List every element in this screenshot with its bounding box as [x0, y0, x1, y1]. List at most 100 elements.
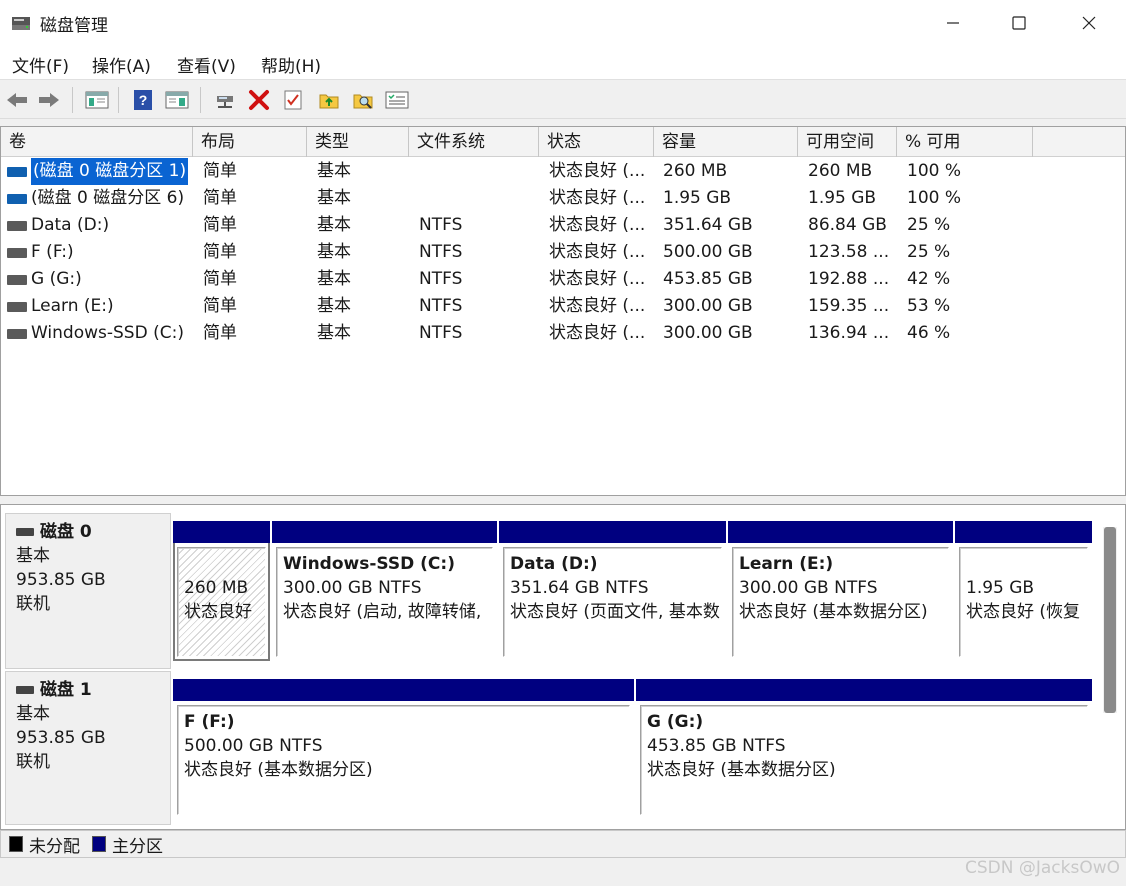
volume-icon	[7, 275, 27, 285]
column-header-volume[interactable]: 卷	[1, 127, 193, 157]
volume-cell-name: (磁盘 0 磁盘分区 1)	[31, 158, 189, 185]
show-hide-console-tree-button[interactable]	[84, 88, 110, 112]
partition-disk0-1[interactable]: 260 MB 状态良好	[173, 521, 270, 661]
check-button[interactable]	[280, 88, 306, 112]
volume-cell-free: 123.58 ...	[808, 242, 890, 262]
properties-pane-button[interactable]	[164, 88, 190, 112]
volume-cell-type: 基本	[317, 161, 351, 181]
menu-bar: 文件(F) 操作(A) 查看(V) 帮助(H)	[0, 46, 1126, 80]
volume-row[interactable]: F (F:) 简单 基本 NTFS 状态良好 (... 500.00 GB 123.58 .…	[1, 239, 1125, 266]
partition-color-bar	[499, 521, 726, 543]
delete-button[interactable]	[246, 88, 272, 112]
volume-list: 卷 布局 类型 文件系统 状态 容量 可用空间 % 可用 (磁盘 0 磁盘分区 …	[0, 126, 1126, 496]
column-header-capacity[interactable]: 容量	[654, 127, 798, 157]
maximize-button[interactable]	[996, 0, 1042, 46]
volume-cell-capacity: 1.95 GB	[663, 188, 732, 208]
partition-name: Windows-SSD (C:)	[283, 554, 455, 574]
list-view-icon	[385, 91, 409, 109]
column-header-filesystem[interactable]: 文件系统	[409, 127, 539, 157]
volume-cell-type: 基本	[317, 215, 351, 235]
volume-row[interactable]: Data (D:) 简单 基本 NTFS 状态良好 (... 351.64 GB 86.84…	[1, 212, 1125, 239]
volume-cell-free: 1.95 GB	[808, 188, 877, 208]
volume-cell-type: 基本	[317, 323, 351, 343]
disk-icon	[16, 686, 34, 694]
scrollbar-thumb[interactable]	[1104, 527, 1116, 713]
minimize-icon	[947, 22, 959, 24]
partition-body: Windows-SSD (C:) 300.00 GB NTFS 状态良好 (启动…	[276, 547, 493, 657]
partition-data[interactable]: Data (D:) 351.64 GB NTFS 状态良好 (页面文件, 基本数	[499, 521, 726, 661]
column-header-percent-free[interactable]: % 可用	[897, 127, 1033, 157]
status-bar	[0, 858, 1126, 886]
settings-list-button[interactable]	[384, 88, 410, 112]
volume-cell-fs: NTFS	[419, 215, 463, 235]
column-header-free-space[interactable]: 可用空间	[798, 127, 897, 157]
close-button[interactable]	[1066, 0, 1112, 46]
volume-cell-pct: 100 %	[907, 161, 962, 181]
partition-windows-ssd[interactable]: Windows-SSD (C:) 300.00 GB NTFS 状态良好 (启动…	[272, 521, 497, 661]
volume-icon	[7, 302, 27, 312]
toolbar-separator	[72, 87, 73, 113]
volume-cell-name: G (G:)	[31, 269, 82, 289]
menu-view[interactable]: 查看(V)	[177, 52, 236, 77]
menu-action[interactable]: 操作(A)	[92, 52, 151, 77]
open-folder-button[interactable]	[316, 88, 342, 112]
delete-x-icon	[249, 90, 269, 110]
connect-disk-button[interactable]	[212, 88, 238, 112]
window-title: 磁盘管理	[40, 16, 108, 36]
volume-cell-layout: 简单	[203, 296, 237, 316]
column-header-type[interactable]: 类型	[307, 127, 409, 157]
disk-0-state: 联机	[16, 594, 50, 614]
graph-scrollbar[interactable]	[1103, 527, 1117, 713]
volume-cell-type: 基本	[317, 296, 351, 316]
volume-row[interactable]: (磁盘 0 磁盘分区 6) 简单 基本 状态良好 (... 1.95 GB 1.95 GB…	[1, 185, 1125, 212]
explore-button[interactable]	[350, 88, 376, 112]
volume-row[interactable]: (磁盘 0 磁盘分区 1) 简单 基本 状态良好 (... 260 MB 260 MB 10…	[1, 158, 1125, 185]
help-button[interactable]: ?	[130, 88, 156, 112]
disk-0-info[interactable]: 磁盘 0 基本 953.85 GB 联机	[5, 513, 171, 669]
checklist-icon	[284, 90, 302, 110]
disk-0-size: 953.85 GB	[16, 570, 106, 590]
network-drive-icon	[217, 96, 233, 108]
disk-1-state: 联机	[16, 752, 50, 772]
close-icon	[1082, 16, 1096, 30]
menu-help[interactable]: 帮助(H)	[261, 52, 321, 77]
pane-view-icon	[165, 91, 189, 109]
volume-cell-capacity: 300.00 GB	[663, 296, 753, 316]
pane-splitter[interactable]	[0, 496, 1126, 504]
partition-size: 260 MB	[184, 578, 249, 598]
menu-file[interactable]: 文件(F)	[12, 52, 69, 77]
toolbar: ?	[0, 81, 1126, 119]
partition-status: 状态良好 (启动, 故障转储,	[283, 602, 482, 622]
partition-name: Data (D:)	[510, 554, 598, 574]
volume-cell-fs: NTFS	[419, 296, 463, 316]
partition-g[interactable]: G (G:) 453.85 GB NTFS 状态良好 (基本数据分区)	[636, 679, 1092, 819]
volume-cell-capacity: 500.00 GB	[663, 242, 753, 262]
volume-cell-capacity: 453.85 GB	[663, 269, 753, 289]
title-bar: 磁盘管理	[0, 0, 1126, 46]
disk-0-kind: 基本	[16, 546, 50, 566]
maximize-icon	[1012, 16, 1026, 30]
volume-row[interactable]: G (G:) 简单 基本 NTFS 状态良好 (... 453.85 GB 192.88 .…	[1, 266, 1125, 293]
partition-color-bar	[955, 521, 1092, 543]
forward-button[interactable]	[36, 88, 62, 112]
back-button[interactable]	[4, 88, 30, 112]
volume-row[interactable]: Windows-SSD (C:) 简单 基本 NTFS 状态良好 (... 300.00 …	[1, 320, 1125, 347]
column-header-layout[interactable]: 布局	[193, 127, 307, 157]
partition-learn[interactable]: Learn (E:) 300.00 GB NTFS 状态良好 (基本数据分区)	[728, 521, 953, 661]
volume-icon	[7, 329, 27, 339]
volume-cell-capacity: 351.64 GB	[663, 215, 753, 235]
minimize-button[interactable]	[930, 0, 976, 46]
volume-cell-free: 159.35 ...	[808, 296, 890, 316]
volume-cell-status: 状态良好 (...	[549, 242, 646, 262]
column-header-status[interactable]: 状态	[539, 127, 654, 157]
legend-unallocated: 未分配	[29, 836, 80, 857]
volume-cell-pct: 46 %	[907, 323, 951, 343]
volume-row[interactable]: Learn (E:) 简单 基本 NTFS 状态良好 (... 300.00 GB 159.…	[1, 293, 1125, 320]
disk-1-info[interactable]: 磁盘 1 基本 953.85 GB 联机	[5, 671, 171, 825]
partition-body: 260 MB 状态良好	[177, 547, 266, 657]
volume-icon	[7, 221, 27, 231]
partition-disk0-6[interactable]: 1.95 GB 状态良好 (恢复	[955, 521, 1092, 661]
volume-cell-layout: 简单	[203, 323, 237, 343]
help-icon: ?	[134, 90, 152, 110]
partition-f[interactable]: F (F:) 500.00 GB NTFS 状态良好 (基本数据分区)	[173, 679, 634, 819]
